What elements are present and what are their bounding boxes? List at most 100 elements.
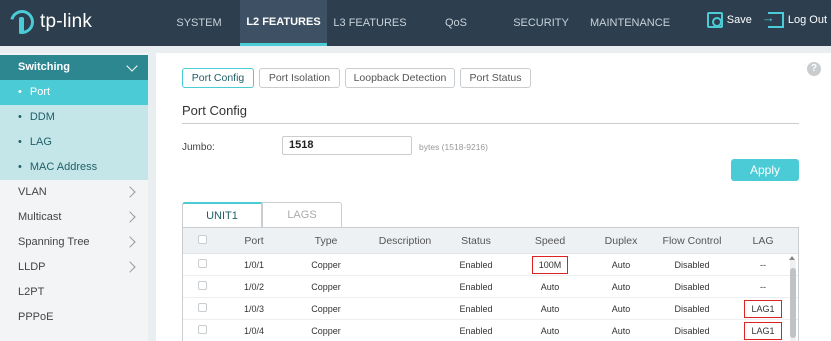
logout-button[interactable]: Log Out bbox=[788, 14, 827, 26]
sidebar-item-multicast[interactable]: Multicast bbox=[0, 205, 148, 230]
cell-speed: Auto bbox=[540, 303, 560, 314]
nav-security[interactable]: SECURITY bbox=[499, 0, 583, 46]
nav-maintenance[interactable]: MAINTENANCE bbox=[583, 0, 677, 46]
sidebar: Switching • Port • DDM • LAG • MAC Address V… bbox=[0, 53, 148, 341]
sidebar-item-ddm[interactable]: • DDM bbox=[0, 105, 148, 130]
row-checkbox[interactable] bbox=[197, 281, 207, 290]
nav-l2-features[interactable]: L2 FEATURES bbox=[240, 0, 327, 46]
sidebar-group-label: Switching bbox=[18, 61, 70, 73]
header-port: Port bbox=[244, 234, 264, 247]
save-button[interactable]: Save bbox=[727, 14, 752, 26]
cell-status: Enabled bbox=[459, 281, 493, 292]
table-header: Port Type Description Status Speed Duple… bbox=[183, 228, 798, 254]
logout-icon[interactable] bbox=[762, 10, 784, 28]
jumbo-input[interactable]: 1518 bbox=[282, 136, 412, 155]
chevron-right-icon bbox=[124, 186, 136, 198]
cell-type: Copper bbox=[311, 259, 341, 270]
tab-lags[interactable]: LAGS bbox=[262, 202, 342, 227]
cell-lag-highlighted: LAG1 bbox=[744, 299, 782, 318]
cell-flow-control: Disabled bbox=[674, 325, 710, 336]
tab-port-status[interactable]: Port Status bbox=[460, 68, 531, 88]
tab-port-isolation[interactable]: Port Isolation bbox=[259, 68, 340, 88]
cell-flow-control: Disabled bbox=[674, 281, 710, 292]
cell-flow-control: Disabled bbox=[674, 303, 710, 314]
cell-duplex: Auto bbox=[611, 325, 631, 336]
cell-status: Enabled bbox=[459, 259, 493, 270]
tab-loopback-detection[interactable]: Loopback Detection bbox=[345, 68, 455, 88]
row-checkbox[interactable] bbox=[197, 259, 207, 268]
sidebar-item-spanning-tree[interactable]: Spanning Tree bbox=[0, 230, 148, 255]
sidebar-item-label: LLDP bbox=[18, 261, 46, 273]
cell-port: 1/0/3 bbox=[243, 303, 265, 314]
tab-unit1[interactable]: UNIT1 bbox=[182, 202, 262, 227]
cell-lag: -- bbox=[760, 281, 766, 292]
cell-speed: Auto bbox=[540, 281, 560, 292]
sidebar-item-label: VLAN bbox=[18, 186, 47, 198]
cell-duplex: Auto bbox=[611, 303, 631, 314]
cell-flow-control: Disabled bbox=[674, 259, 710, 270]
table-row[interactable]: 1/0/4 Copper Enabled Auto Auto Disabled … bbox=[183, 320, 798, 341]
header-lag: LAG bbox=[752, 234, 774, 247]
main-nav: SYSTEM L2 FEATURES L3 FEATURES QoS SECUR… bbox=[158, 0, 677, 46]
top-bar: tp-link SYSTEM L2 FEATURES L3 FEATURES Q… bbox=[0, 0, 831, 46]
sidebar-item-lag[interactable]: • LAG bbox=[0, 130, 148, 155]
cell-speed: Auto bbox=[540, 325, 560, 336]
divider bbox=[182, 123, 799, 124]
scrollbar-thumb[interactable] bbox=[790, 268, 796, 338]
cell-status: Enabled bbox=[459, 325, 493, 336]
sidebar-item-label: DDM bbox=[29, 111, 55, 123]
cell-port: 1/0/2 bbox=[243, 281, 265, 292]
chevron-right-icon bbox=[124, 236, 136, 248]
tp-link-logo-icon bbox=[5, 5, 39, 39]
help-icon[interactable]: ? bbox=[807, 62, 821, 76]
table-row[interactable]: 1/0/1 Copper Enabled 100M Auto Disabled … bbox=[183, 254, 798, 276]
tab-port-config[interactable]: Port Config bbox=[182, 68, 254, 88]
sidebar-item-label: MAC Address bbox=[29, 161, 98, 173]
sidebar-item-label: Spanning Tree bbox=[18, 236, 90, 248]
table-scrollbar[interactable] bbox=[790, 260, 796, 341]
jumbo-hint: bytes (1518-9216) bbox=[419, 142, 488, 152]
table-row[interactable]: 1/0/2 Copper Enabled Auto Auto Disabled … bbox=[183, 276, 798, 298]
cell-type: Copper bbox=[311, 281, 341, 292]
sidebar-item-mac-address[interactable]: • MAC Address bbox=[0, 155, 148, 180]
sidebar-item-l2pt[interactable]: L2PT bbox=[0, 280, 148, 305]
main-content: ? Port Config Port Isolation Loopback De… bbox=[156, 53, 831, 341]
sidebar-item-label: Port bbox=[29, 86, 51, 98]
sidebar-item-port[interactable]: • Port bbox=[0, 80, 148, 105]
sidebar-group-switching[interactable]: Switching bbox=[0, 55, 148, 80]
jumbo-label: Jumbo: bbox=[182, 142, 215, 153]
header-description: Description bbox=[378, 234, 432, 247]
chevron-right-icon bbox=[124, 211, 136, 223]
header-actions: Save Log Out bbox=[706, 10, 827, 28]
chevron-down-icon bbox=[126, 60, 138, 72]
cell-duplex: Auto bbox=[611, 281, 631, 292]
cell-lag: -- bbox=[760, 259, 766, 270]
cell-duplex: Auto bbox=[611, 259, 631, 270]
port-table: Port Type Description Status Speed Duple… bbox=[182, 227, 799, 341]
header-type: Type bbox=[314, 234, 338, 247]
sidebar-item-lldp[interactable]: LLDP bbox=[0, 255, 148, 280]
cell-port: 1/0/4 bbox=[243, 325, 265, 336]
apply-button[interactable]: Apply bbox=[731, 159, 799, 181]
header-speed: Speed bbox=[534, 234, 566, 247]
cell-lag-highlighted: LAG1 bbox=[744, 321, 782, 340]
sidebar-item-vlan[interactable]: VLAN bbox=[0, 180, 148, 205]
nav-system[interactable]: SYSTEM bbox=[158, 0, 240, 46]
header-status: Status bbox=[461, 234, 491, 247]
logo-text: tp-link bbox=[40, 11, 93, 32]
save-icon[interactable] bbox=[706, 12, 723, 28]
chevron-right-icon bbox=[124, 261, 136, 273]
sidebar-item-label: Multicast bbox=[18, 211, 62, 223]
select-all-checkbox[interactable] bbox=[197, 234, 207, 244]
tp-link-logo[interactable]: tp-link bbox=[5, 5, 93, 39]
sidebar-item-pppoe[interactable]: PPPoE bbox=[0, 305, 148, 330]
section-title: Port Config bbox=[182, 103, 248, 118]
sidebar-item-label: L2PT bbox=[18, 286, 45, 298]
cell-type: Copper bbox=[311, 325, 341, 336]
row-checkbox[interactable] bbox=[197, 325, 207, 334]
table-row[interactable]: 1/0/3 Copper Enabled Auto Auto Disabled … bbox=[183, 298, 798, 320]
nav-l3-features[interactable]: L3 FEATURES bbox=[327, 0, 413, 46]
cell-type: Copper bbox=[311, 303, 341, 314]
nav-qos[interactable]: QoS bbox=[413, 0, 499, 46]
row-checkbox[interactable] bbox=[197, 303, 207, 312]
